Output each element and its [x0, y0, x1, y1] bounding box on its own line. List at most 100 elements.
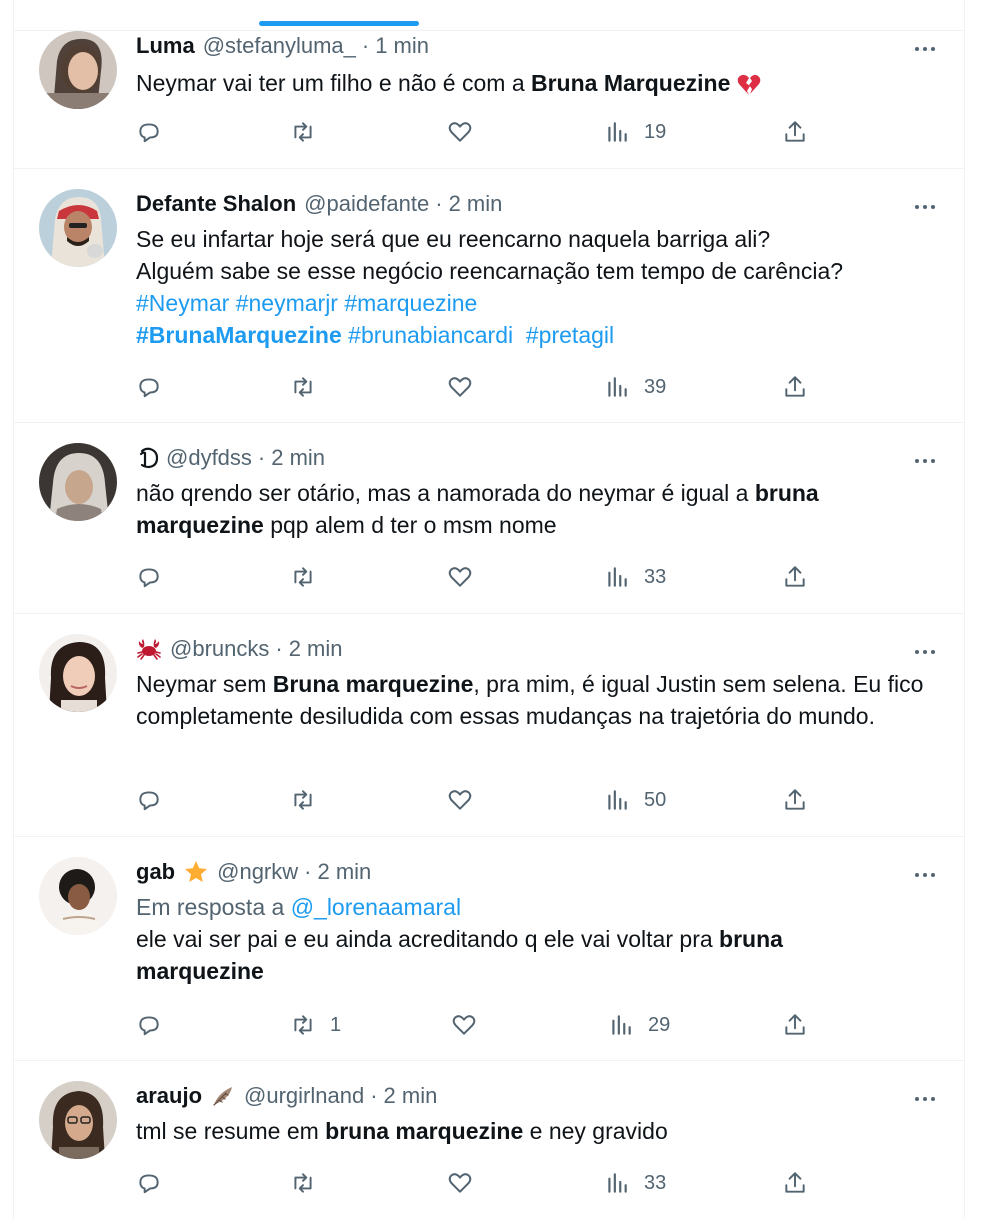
timestamp[interactable]: 2 min [449, 191, 503, 217]
timestamp[interactable]: 2 min [271, 445, 325, 471]
author-name[interactable]: araujo [136, 1083, 202, 1109]
timestamp[interactable]: 2 min [289, 636, 343, 662]
timeline-column: Luma @stefanyluma_ · 1 min Neymar vai te… [13, 0, 965, 1219]
more-options-button[interactable] [908, 195, 942, 219]
hashtag-link[interactable]: #brunabiancardi [348, 322, 513, 348]
hashtag-link[interactable]: #marquezine [344, 290, 477, 316]
tweet-text: Neymar sem Bruna marquezine, pra mim, é … [136, 668, 936, 732]
bar-chart-icon [608, 790, 627, 810]
timestamp[interactable]: 2 min [317, 859, 371, 885]
reply-icon [139, 1174, 159, 1194]
tweet[interactable]: @bruncks · 2 min Neymar sem Bruna marque… [14, 614, 964, 837]
reply-button[interactable] [136, 1166, 162, 1200]
text-segment: ele vai ser pai e eu ainda acreditando q… [136, 926, 720, 952]
author-name[interactable]: gab [136, 859, 175, 885]
share-button[interactable] [782, 783, 808, 817]
like-button[interactable] [447, 1166, 473, 1200]
text-segment: pqp alem d ter o msm nome [263, 512, 557, 538]
views-count: 39 [644, 375, 667, 398]
hashtag-line: #BrunaMarquezine #brunabiancardi #pretag… [136, 319, 940, 351]
like-button[interactable] [447, 115, 473, 149]
retweet-button[interactable] [290, 783, 316, 817]
avatar[interactable] [39, 189, 117, 267]
more-options-button[interactable] [908, 449, 942, 473]
mention-link[interactable]: @_lorenaamaral [291, 894, 461, 920]
tweet-text: ele vai ser pai e eu ainda acreditando q… [136, 923, 876, 987]
tweet[interactable]: gab @ngrkw · 2 min Em resposta a @_loren… [14, 837, 964, 1061]
bar-chart-icon [612, 1015, 631, 1035]
share-button[interactable] [782, 560, 808, 594]
author-handle[interactable]: @urgirlnand [244, 1083, 364, 1109]
more-options-button[interactable] [908, 640, 942, 664]
author-handle[interactable]: @dyfdss [166, 445, 252, 471]
text-bold-segment: Bruna Marquezine [531, 70, 731, 96]
like-button[interactable] [447, 783, 473, 817]
reply-label: Em resposta a [136, 894, 285, 920]
broken-heart-icon [736, 72, 762, 98]
views-button[interactable]: 19 [604, 115, 666, 149]
more-options-button[interactable] [908, 863, 942, 887]
author-handle[interactable]: @stefanyluma_ [203, 33, 356, 59]
heart-icon [452, 1015, 476, 1035]
tweet[interactable]: araujo @urgirlnand · 2 min tml se resume… [14, 1061, 964, 1219]
author-handle[interactable]: @bruncks [170, 636, 269, 662]
bar-chart-icon [608, 567, 627, 587]
like-button[interactable] [451, 1008, 477, 1042]
timestamp[interactable]: 2 min [384, 1083, 438, 1109]
heart-icon [448, 790, 472, 810]
more-options-button[interactable] [908, 1087, 942, 1111]
share-button[interactable] [782, 370, 808, 404]
views-button[interactable]: 50 [604, 783, 666, 817]
retweet-icon [294, 790, 312, 810]
author-name[interactable]: Luma [136, 33, 195, 59]
tweet[interactable]: Luma @stefanyluma_ · 1 min Neymar vai te… [14, 31, 964, 169]
author-handle[interactable]: @paidefante [304, 191, 429, 217]
hashtag-line: #Neymar #neymarjr #marquezine [136, 287, 940, 319]
text-line: Se eu infartar hoje será que eu reencarn… [136, 226, 771, 252]
retweet-icon [294, 567, 312, 587]
like-button[interactable] [447, 370, 473, 404]
retweet-button[interactable]: 1 [290, 1008, 341, 1042]
reply-button[interactable] [136, 370, 162, 404]
heart-icon [448, 1173, 472, 1193]
reply-icon [139, 1016, 159, 1036]
retweet-button[interactable] [290, 115, 316, 149]
retweet-button[interactable] [290, 370, 316, 404]
tweet-feed: Luma @stefanyluma_ · 1 min Neymar vai te… [14, 31, 964, 1219]
views-button[interactable]: 33 [604, 1166, 666, 1200]
retweet-button[interactable] [290, 560, 316, 594]
share-icon [785, 376, 805, 397]
views-button[interactable]: 39 [604, 370, 666, 404]
avatar[interactable] [39, 1081, 117, 1159]
author-name[interactable]: Defante Shalon [136, 191, 296, 217]
retweet-icon [294, 377, 312, 397]
reply-button[interactable] [136, 783, 162, 817]
retweet-button[interactable] [290, 1166, 316, 1200]
share-button[interactable] [782, 1166, 808, 1200]
heart-icon [448, 567, 472, 587]
hashtag-link[interactable]: #BrunaMarquezine [136, 322, 342, 348]
reply-button[interactable] [136, 115, 162, 149]
tweet[interactable]: @dyfdss · 2 min não qrendo ser otário, m… [14, 423, 964, 614]
hashtag-link[interactable]: #neymarjr [236, 290, 338, 316]
hashtag-link[interactable]: #Neymar [136, 290, 229, 316]
share-button[interactable] [782, 1008, 808, 1042]
avatar[interactable] [39, 443, 117, 521]
share-button[interactable] [782, 115, 808, 149]
author-handle[interactable]: @ngrkw [217, 859, 298, 885]
views-button[interactable]: 29 [608, 1008, 670, 1042]
reply-button[interactable] [136, 560, 162, 594]
avatar[interactable] [39, 634, 117, 712]
views-button[interactable]: 33 [604, 560, 666, 594]
avatar[interactable] [39, 31, 117, 109]
timestamp[interactable]: 1 min [375, 33, 429, 59]
like-button[interactable] [447, 560, 473, 594]
text-segment: não qrendo ser otário, mas a namorada do… [136, 480, 755, 506]
avatar[interactable] [39, 857, 117, 935]
star-icon [183, 859, 209, 885]
text-bold-segment: Bruna marquezine [272, 671, 474, 697]
tweet[interactable]: Defante Shalon @paidefante · 2 min Se eu… [14, 169, 964, 423]
more-options-button[interactable] [908, 37, 942, 61]
hashtag-link[interactable]: #pretagil [526, 322, 614, 348]
reply-button[interactable] [136, 1008, 162, 1042]
